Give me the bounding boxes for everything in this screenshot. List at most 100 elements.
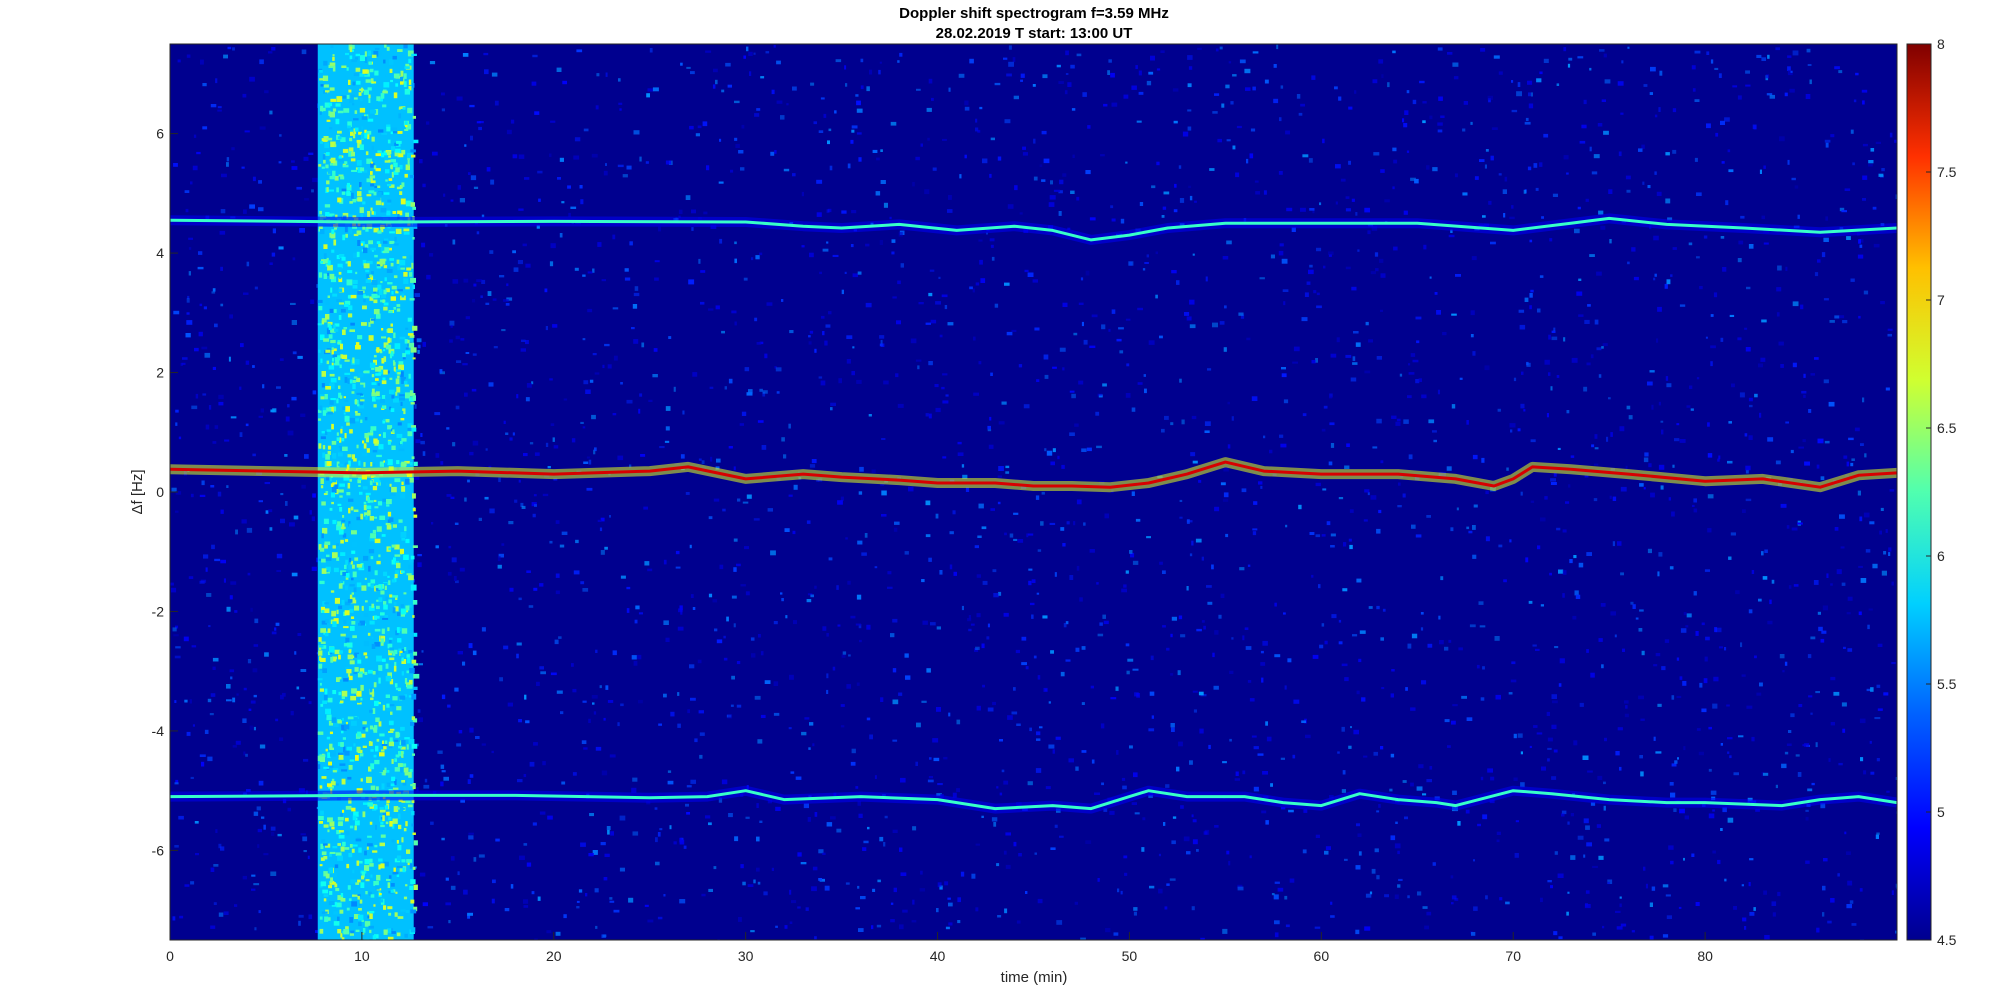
noise-speckle	[1822, 912, 1825, 917]
band-speckle	[331, 229, 335, 235]
noise-speckle	[312, 177, 318, 183]
noise-speckle	[1658, 464, 1665, 470]
noise-speckle	[1704, 569, 1710, 572]
noise-speckle	[926, 668, 931, 673]
noise-speckle	[1885, 529, 1888, 533]
noise-speckle	[208, 625, 211, 628]
noise-speckle	[1590, 354, 1594, 359]
band-speckle	[407, 804, 413, 808]
noise-speckle	[757, 739, 763, 744]
band-speckle	[344, 750, 350, 756]
noise-speckle	[1600, 225, 1606, 230]
noise-speckle	[1442, 332, 1447, 336]
band-speckle	[318, 764, 321, 769]
noise-speckle	[990, 372, 993, 376]
band-speckle	[340, 700, 344, 704]
noise-speckle	[1005, 471, 1010, 474]
noise-speckle	[1814, 272, 1819, 277]
noise-speckle	[518, 479, 521, 483]
noise-speckle	[1679, 676, 1683, 680]
noise-speckle	[258, 910, 261, 914]
noise-speckle	[1880, 301, 1885, 305]
band-speckle	[405, 200, 412, 207]
band-speckle	[349, 329, 355, 332]
noise-speckle	[223, 54, 228, 59]
band-speckle	[367, 632, 371, 636]
noise-speckle	[1390, 835, 1396, 841]
noise-speckle	[1520, 403, 1525, 409]
band-speckle	[392, 595, 399, 598]
noise-speckle	[311, 189, 314, 193]
band-speckle	[346, 669, 352, 674]
noise-speckle	[754, 317, 758, 322]
band-speckle	[346, 422, 350, 426]
noise-speckle	[186, 731, 191, 736]
noise-speckle	[1076, 499, 1082, 505]
noise-speckle	[1253, 746, 1259, 750]
noise-speckle	[1676, 423, 1680, 426]
noise-speckle	[532, 54, 538, 58]
noise-speckle	[1612, 496, 1617, 501]
noise-speckle	[424, 778, 428, 783]
noise-speckle	[713, 498, 720, 502]
band-speckle	[401, 538, 405, 541]
noise-speckle	[1628, 415, 1633, 420]
noise-speckle	[1820, 638, 1825, 643]
band-speckle	[381, 202, 384, 206]
noise-speckle	[856, 594, 862, 600]
noise-speckle	[745, 816, 750, 819]
noise-speckle	[1309, 264, 1313, 268]
noise-speckle	[928, 413, 932, 419]
noise-speckle	[973, 392, 979, 396]
noise-speckle	[1775, 460, 1781, 465]
noise-speckle	[750, 637, 755, 641]
band-speckle	[352, 815, 357, 821]
noise-speckle	[550, 120, 556, 123]
noise-speckle	[1553, 749, 1558, 753]
band-speckle	[369, 516, 374, 521]
noise-speckle	[280, 493, 284, 496]
noise-speckle	[988, 444, 994, 449]
band-speckle	[406, 573, 412, 576]
noise-speckle	[939, 570, 943, 575]
noise-speckle	[613, 909, 620, 913]
noise-speckle	[1113, 932, 1119, 936]
band-speckle	[396, 140, 402, 144]
noise-speckle	[1533, 725, 1538, 728]
noise-speckle	[549, 261, 554, 267]
noise-speckle	[987, 425, 991, 430]
noise-speckle	[525, 397, 530, 402]
noise-speckle	[1800, 304, 1804, 310]
noise-speckle	[1466, 420, 1469, 425]
band-speckle	[329, 62, 336, 66]
noise-speckle	[830, 816, 836, 820]
noise-speckle	[285, 501, 288, 506]
band-speckle	[367, 50, 372, 57]
noise-speckle	[960, 871, 965, 877]
noise-speckle	[633, 339, 639, 344]
noise-speckle	[734, 241, 737, 245]
band-speckle	[401, 751, 404, 758]
band-speckle	[336, 437, 340, 441]
band-speckle	[335, 852, 342, 856]
band-speckle	[360, 167, 365, 172]
band-speckle	[336, 677, 340, 682]
noise-speckle	[1789, 88, 1795, 93]
noise-speckle	[189, 699, 192, 704]
band-speckle	[319, 785, 323, 789]
noise-speckle	[1807, 654, 1812, 659]
band-speckle	[348, 852, 353, 858]
noise-speckle	[1511, 205, 1514, 209]
noise-speckle	[1754, 655, 1757, 659]
noise-speckle	[1214, 825, 1219, 828]
band-speckle	[386, 499, 392, 505]
noise-speckle	[881, 514, 887, 517]
noise-speckle	[978, 503, 984, 509]
noise-speckle	[1238, 312, 1244, 316]
noise-speckle	[1126, 363, 1130, 367]
noise-speckle	[1549, 572, 1552, 576]
band-speckle	[383, 571, 388, 577]
noise-speckle	[583, 128, 589, 132]
noise-speckle	[287, 807, 291, 812]
noise-speckle	[1150, 655, 1154, 661]
